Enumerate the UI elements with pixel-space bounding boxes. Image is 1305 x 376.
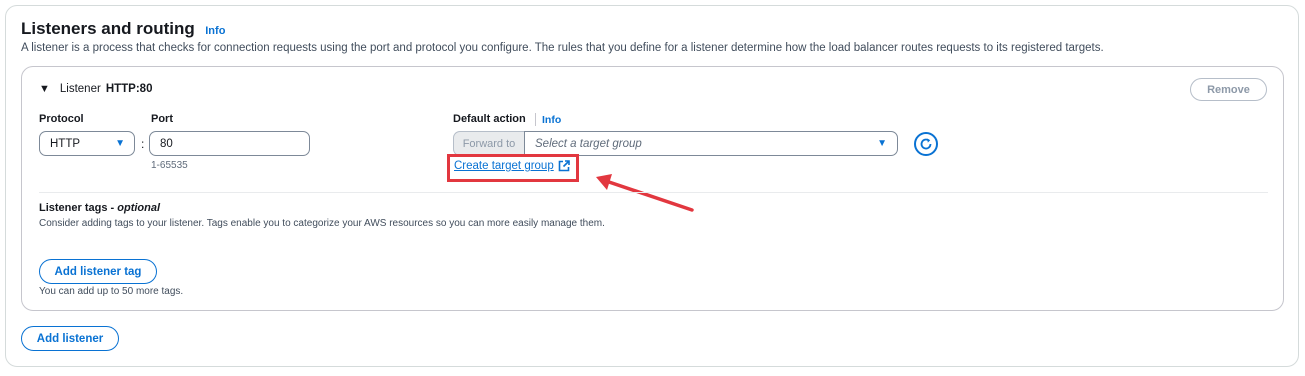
tag-limit-text: You can add up to 50 more tags. — [39, 286, 184, 297]
section-divider — [39, 192, 1268, 193]
highlight-box — [447, 154, 579, 182]
annotation-arrow-icon — [596, 174, 694, 212]
tags-title-text: Listener tags - — [39, 202, 118, 214]
port-input[interactable] — [149, 131, 310, 156]
section-title: Listeners and routing — [21, 19, 195, 38]
target-group-placeholder: Select a target group — [535, 137, 642, 150]
default-action-control: Forward to Select a target group ▼ — [453, 131, 898, 156]
listeners-routing-panel: Listeners and routing Info A listener is… — [5, 5, 1299, 367]
tags-optional-text: optional — [117, 202, 161, 214]
remove-button[interactable]: Remove — [1190, 78, 1267, 101]
refresh-button[interactable] — [914, 132, 938, 156]
separator-colon: : — [141, 137, 145, 151]
section-header: Listeners and routing Info — [21, 19, 225, 39]
port-label: Port — [151, 113, 173, 125]
listener-label: Listener — [59, 83, 101, 95]
info-link[interactable]: Info — [205, 25, 225, 37]
listener-header[interactable]: ▼ Listener HTTP:80 — [39, 83, 152, 95]
listener-tags-title: Listener tags - optional — [39, 202, 160, 214]
refresh-icon — [920, 138, 932, 150]
protocol-label: Protocol — [39, 113, 84, 125]
default-action-info-link[interactable]: Info — [542, 114, 561, 126]
listener-card: ▼ Listener HTTP:80 Remove Protocol HTTP … — [21, 66, 1284, 311]
listener-tags-description: Consider adding tags to your listener. T… — [39, 218, 605, 229]
section-description: A listener is a process that checks for … — [21, 42, 1104, 54]
target-group-select[interactable]: Select a target group ▼ — [524, 131, 898, 156]
chevron-down-icon: ▼ — [115, 138, 125, 149]
add-listener-tag-button[interactable]: Add listener tag — [39, 259, 157, 284]
port-hint: 1-65535 — [151, 160, 188, 171]
default-action-label: Default action — [453, 113, 526, 125]
collapse-caret-icon[interactable]: ▼ — [39, 83, 50, 95]
listener-value: HTTP:80 — [105, 83, 153, 95]
add-listener-button[interactable]: Add listener — [21, 326, 119, 351]
forward-to-addon: Forward to — [453, 131, 524, 156]
protocol-value: HTTP — [50, 137, 81, 150]
label-divider — [535, 113, 536, 126]
protocol-select[interactable]: HTTP ▼ — [39, 131, 135, 156]
chevron-down-icon: ▼ — [877, 138, 887, 149]
